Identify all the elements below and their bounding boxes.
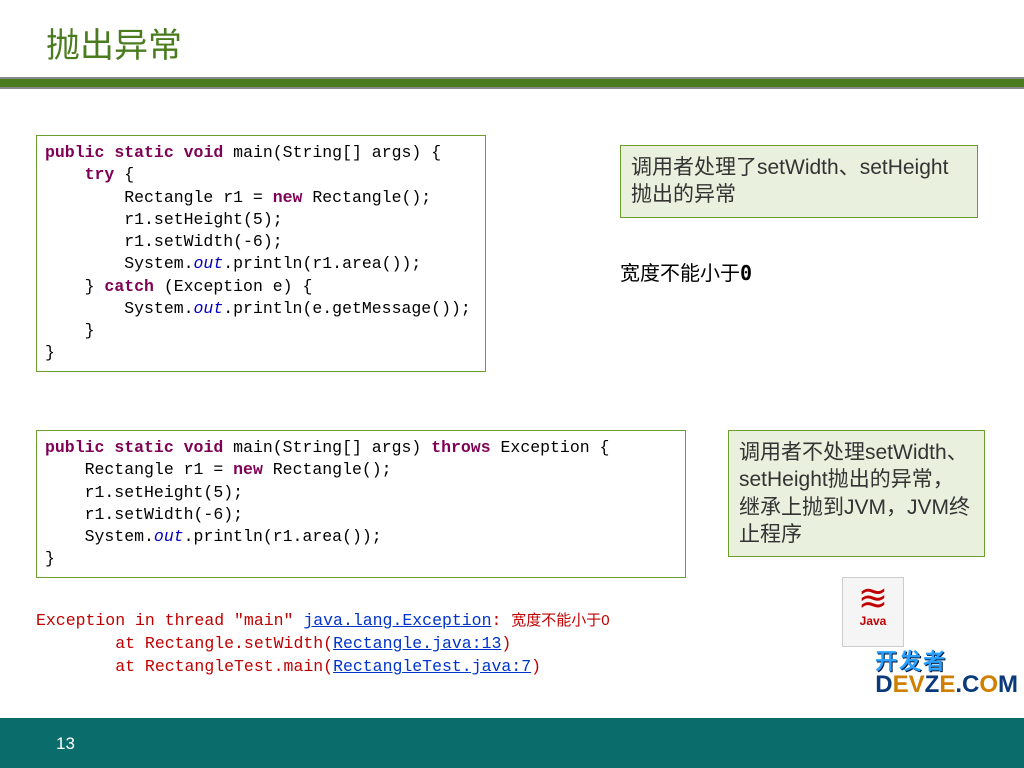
output-width-error: 宽度不能小于0: [620, 257, 752, 286]
java-logo: ≋ Java: [842, 577, 904, 647]
annotation-handled: 调用者处理了setWidth、setHeight抛出的异常: [620, 145, 978, 218]
devze-en: DEVZE.COM: [875, 673, 1018, 697]
devze-watermark: 开发者 DEVZE.COM: [875, 651, 1018, 697]
code-block-throws: public static void main(String[] args) t…: [36, 430, 686, 578]
divider: [0, 77, 1024, 89]
code-block-try-catch: public static void main(String[] args) {…: [36, 135, 486, 372]
java-steam-icon: ≋: [843, 578, 903, 614]
devze-cn: 开发者: [875, 651, 1018, 673]
stacktrace-output: Exception in thread "main" java.lang.Exc…: [36, 609, 610, 678]
annotation-unhandled: 调用者不处理setWidth、setHeight抛出的异常，继承上抛到JVM，J…: [728, 430, 985, 557]
page-number: 13: [56, 734, 75, 754]
java-label: Java: [843, 614, 903, 628]
footer-bar: 13: [0, 718, 1024, 768]
slide-content: public static void main(String[] args) {…: [0, 89, 1024, 699]
slide-title: 抛出异常: [0, 0, 1024, 77]
